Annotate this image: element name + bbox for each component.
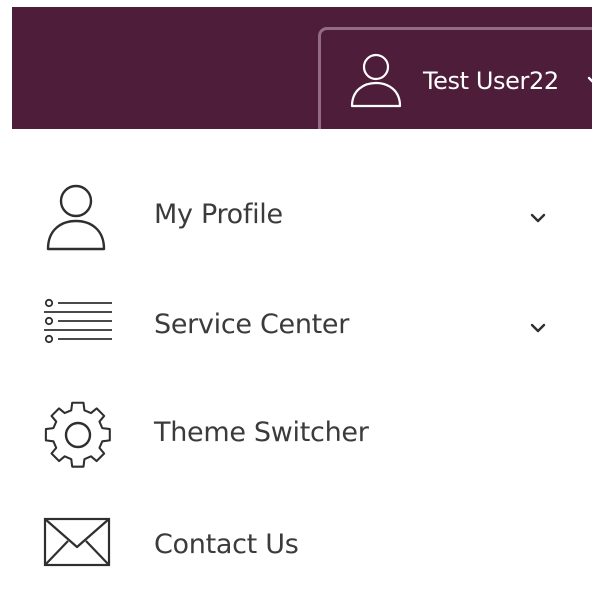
user-icon: [46, 184, 106, 251]
menu-item-label: My Profile: [154, 199, 283, 230]
menu-item-label: Service Center: [154, 309, 350, 340]
user-name: Test User22: [423, 67, 559, 95]
top-header-bar: Test User22: [12, 7, 592, 135]
chevron-down-icon: [587, 76, 592, 83]
list-icon: [44, 298, 112, 344]
menu-item-label: Contact Us: [154, 529, 299, 560]
menu-item-contact-us[interactable]: Contact Us: [12, 499, 592, 595]
user-dropdown-menu: My Profile Service Center Theme Switcher…: [12, 129, 592, 600]
chevron-down-icon[interactable]: [529, 211, 547, 225]
envelope-icon: [43, 517, 111, 567]
menu-item-my-profile[interactable]: My Profile: [12, 169, 592, 265]
menu-item-label: Theme Switcher: [154, 417, 369, 448]
page: Test User22 My Profile Service Center Th…: [0, 0, 592, 600]
chevron-down-icon[interactable]: [529, 321, 547, 335]
menu-item-theme-switcher[interactable]: Theme Switcher: [12, 389, 592, 485]
user-menu-button[interactable]: Test User22: [318, 27, 592, 135]
menu-item-service-center[interactable]: Service Center: [12, 279, 592, 375]
gear-icon: [44, 401, 111, 468]
user-icon: [350, 53, 402, 108]
